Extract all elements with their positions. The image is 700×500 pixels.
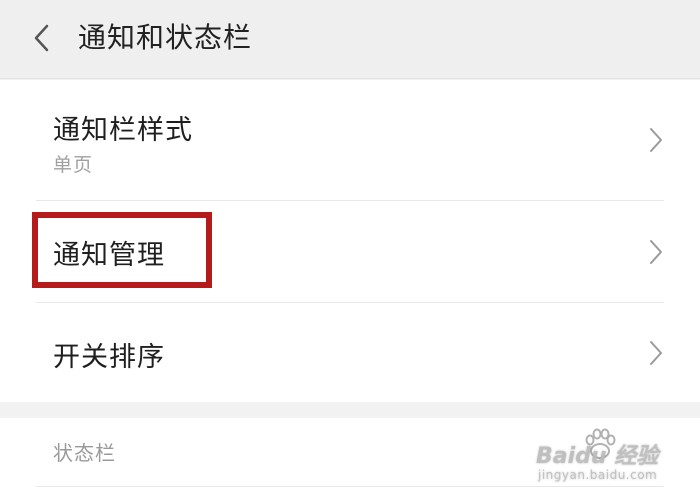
chevron-left-icon	[34, 24, 49, 52]
watermark-brand: Baidu 经验	[536, 444, 659, 469]
page-title: 通知和状态栏	[78, 21, 253, 54]
settings-item-toggle-order[interactable]: 开关排序	[0, 303, 700, 402]
back-button[interactable]	[24, 20, 60, 56]
chevron-right-icon	[650, 240, 662, 264]
section-header: 状态栏	[53, 441, 116, 465]
settings-item-label: 通知栏样式	[53, 115, 193, 146]
settings-item-notification-management[interactable]: 通知管理	[0, 201, 700, 302]
settings-item-label: 开关排序	[53, 342, 165, 373]
settings-item-notification-style[interactable]: 通知栏样式 单页	[0, 80, 700, 200]
settings-item-value: 单页	[53, 154, 94, 176]
watermark-url: jingyan.baidu.com	[538, 468, 658, 482]
watermark: Baidu 经验 jingyan.baidu.com	[536, 424, 676, 488]
top-app-bar: 通知和状态栏	[0, 0, 700, 79]
chevron-right-icon	[650, 341, 662, 365]
settings-item-label: 通知管理	[53, 240, 165, 271]
section-gap	[0, 402, 700, 418]
chevron-right-icon	[650, 128, 662, 152]
settings-list: 通知栏样式 单页 通知管理 开关排序	[0, 80, 700, 402]
